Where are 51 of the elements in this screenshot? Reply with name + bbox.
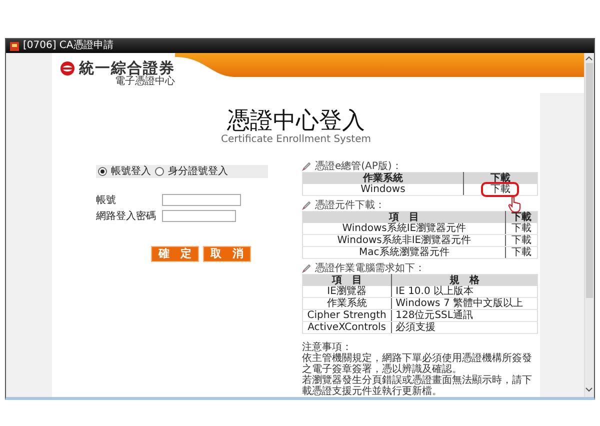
download-link[interactable]: 下載 [512,235,532,246]
download-link[interactable]: 下載 [512,247,532,258]
hand-cursor-icon [508,196,522,214]
notes-title: 注意事項： [302,342,352,354]
table-cell: Windows [302,184,464,196]
column-header: 作業系統 [302,172,464,184]
radio-label[interactable]: 身分證號登入 [168,166,228,178]
section-title: 憑證作業電腦需求如下： [315,263,425,274]
pen-icon [302,264,311,274]
column-header: 項 目 [302,212,506,224]
input-field[interactable] [162,210,236,222]
table-cell: Windows 7 繁體中文版以上 [391,298,538,310]
download-link[interactable]: 下載 [512,223,532,234]
notes-paragraph: 若瀏覽器發生分頁錯誤或憑證畫面無法顯示時，請下載憑證支援元件並執行更新檔。 [302,375,533,398]
section-title: 憑證元件下載： [315,200,385,212]
column-header: 下載 [506,212,538,224]
field-label: 網路登入密碼 [96,210,157,222]
column-header: 項 目 [302,274,392,286]
page-title: 憑證中心登入 [226,109,366,134]
scrollbar[interactable] [584,53,594,398]
table-cell: Cipher Strength [302,310,392,322]
company-name: 統一綜合證券 [79,61,175,76]
pen-icon [302,162,311,172]
notes-paragraph: 依主管機關規定，網路下單必須使用憑證機構所簽發之電子簽章簽署，憑以辨識及確認。 [302,353,533,376]
table-cell: 128位元SSL通訊 [391,310,538,322]
scroll-up-icon[interactable] [585,55,593,61]
input-field[interactable] [162,194,241,206]
table-cell: Windows系統IE瀏覽器元件 [302,223,506,235]
table-cell: Windows系統非IE瀏覽器元件 [302,234,506,247]
scroll-down-icon[interactable] [585,387,593,394]
scrollbar-thumb[interactable] [586,63,593,298]
section-title: 憑證e總管(AP版)： [315,161,402,172]
table-cell: 必須支援 [391,322,538,334]
radio-button[interactable] [98,167,107,176]
logo-icon [60,61,75,76]
table-cell: ActiveXControls [302,322,392,334]
column-header: 規 格 [391,274,538,286]
window-title: [0706] CA憑證申請 [23,39,114,53]
table-cell: IE 10.0 以上版本 [391,286,538,298]
app-icon [10,42,19,50]
field-label: 帳號 [96,194,117,206]
page-subtitle: Certificate Enrollment System [220,134,372,146]
column-header: 下載 [463,172,538,184]
download-link[interactable]: 下載 [490,184,510,196]
department-name: 電子憑證中心 [115,76,175,87]
table-cell: IE瀏覽器 [302,286,392,298]
table-cell: 作業系統 [302,298,392,310]
radio-button[interactable] [155,167,164,176]
pen-icon [302,201,311,210]
radio-label[interactable]: 帳號登入 [111,166,151,178]
table-cell: Mac系統瀏覽器元件 [302,246,506,259]
